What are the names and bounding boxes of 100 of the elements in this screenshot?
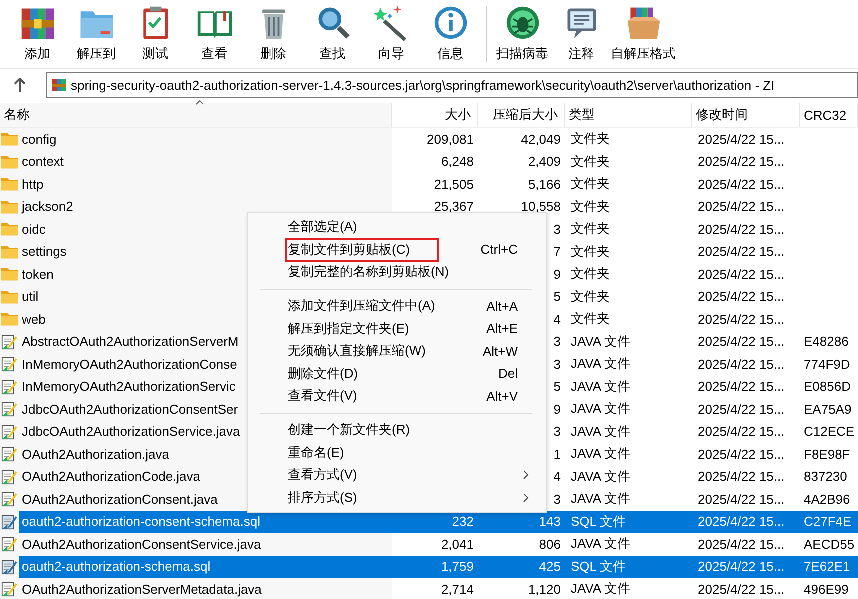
document-icon xyxy=(1,536,18,552)
type-cell: 文件夹 xyxy=(571,152,610,171)
crc-cell: 7E62E1 xyxy=(804,559,850,574)
packed-size-cell: 42,049 xyxy=(521,132,561,147)
crc-cell: 774F9D xyxy=(804,356,850,372)
menu-item[interactable]: 查看方式(V) xyxy=(248,464,546,487)
file-row[interactable]: OAuth2AuthorizationConsentService.java 2,041 806 JAVA 文件 2025/4/22 15... AECD55 xyxy=(0,533,858,556)
menu-label: 添加文件到压缩文件中(A) xyxy=(288,297,436,316)
toolbar-button[interactable]: 添加 xyxy=(8,0,67,66)
file-row[interactable]: context 6,248 2,409 文件夹 2025/4/22 15... xyxy=(0,150,858,173)
packed-size-cell: 3 xyxy=(554,334,561,350)
file-row[interactable]: OAuth2AuthorizationServerMetadata.java 2,714 1,120 JAVA 文件 2025/4/22 15... 496E99 xyxy=(0,578,858,599)
menu-item[interactable]: 无须确认直接解压缩(W) Alt+W xyxy=(248,340,546,363)
date-cell: 2025/4/22 15... xyxy=(698,222,785,237)
type-cell: 文件夹 xyxy=(571,310,610,328)
menu-item[interactable]: 重命名(E) xyxy=(248,441,546,464)
menu-item[interactable]: 复制文件到剪贴板(C) Ctrl+C xyxy=(248,238,546,262)
file-name: OAuth2Authorization.java xyxy=(21,446,170,462)
date-cell: 2025/4/22 15... xyxy=(698,514,785,530)
file-row[interactable]: config 209,081 42,049 文件夹 2025/4/22 15... xyxy=(0,128,858,150)
file-name: OAuth2AuthorizationServerMetadata.java xyxy=(21,582,262,597)
menu-label: 全部选定(A) xyxy=(288,218,358,236)
type-cell: JAVA 文件 xyxy=(571,332,630,351)
type-cell: JAVA 文件 xyxy=(571,580,630,598)
type-cell: 文件夹 xyxy=(571,288,610,306)
menu-item[interactable]: 添加文件到压缩文件中(A) Alt+A xyxy=(248,294,546,318)
file-row[interactable]: jackson2 25,367 10,558 文件夹 2025/4/22 15... xyxy=(0,196,858,218)
type-cell: JAVA 文件 xyxy=(571,400,630,418)
menu-label: 复制文件到剪贴板(C) xyxy=(288,240,436,259)
date-cell: 2025/4/22 15... xyxy=(698,469,785,484)
file-name: util xyxy=(21,289,39,304)
up-arrow-icon[interactable] xyxy=(14,78,26,92)
type-cell: JAVA 文件 xyxy=(571,535,630,554)
menu-item[interactable]: 复制完整的名称到剪贴板(N) xyxy=(248,261,546,284)
type-cell: 文件夹 xyxy=(571,220,610,238)
folder-icon xyxy=(1,288,18,305)
column-header[interactable]: 类型 xyxy=(565,103,692,127)
type-cell: 文件夹 xyxy=(571,175,610,194)
folder-icon xyxy=(1,244,18,260)
document-icon xyxy=(1,558,18,575)
shortcut-label: Del xyxy=(498,366,518,382)
packed-size-cell: 806 xyxy=(539,536,561,552)
toolbar-button[interactable]: 信息 xyxy=(421,0,480,66)
toolbar-button[interactable]: 删除 xyxy=(244,0,303,66)
crc-cell: AECD55 xyxy=(804,536,855,552)
file-name: OAuth2AuthorizationConsent.java xyxy=(21,492,218,507)
column-header[interactable]: 大小 xyxy=(392,103,478,127)
document-icon xyxy=(1,514,18,530)
toolbar-button[interactable]: 扫描病毒 xyxy=(493,0,552,66)
archive-icon xyxy=(52,78,66,92)
file-row[interactable]: http 21,505 5,166 文件夹 2025/4/22 15... xyxy=(0,173,858,196)
packed-size-cell: 3 xyxy=(554,492,561,507)
packed-size-cell: 3 xyxy=(554,222,561,237)
menu-label: 解压到指定文件夹(E) xyxy=(288,320,410,338)
file-name: oidc xyxy=(21,222,46,237)
menu-item[interactable]: 解压到指定文件夹(E) Alt+E xyxy=(248,317,546,340)
folder-icon xyxy=(1,198,18,215)
menu-item[interactable]: 全部选定(A) xyxy=(248,216,546,239)
type-cell: SQL 文件 xyxy=(571,512,626,531)
size-cell: 2,041 xyxy=(441,536,474,552)
packed-size-cell: 143 xyxy=(539,514,561,530)
type-cell: JAVA 文件 xyxy=(571,355,630,374)
packed-size-cell: 5,166 xyxy=(528,176,561,192)
toolbar-button[interactable]: 测试 xyxy=(126,0,185,66)
column-header[interactable]: 修改时间 xyxy=(692,103,800,127)
column-header[interactable]: 压缩后大小 xyxy=(478,103,565,127)
shortcut-label: Ctrl+C xyxy=(480,242,518,258)
date-cell: 2025/4/22 15... xyxy=(698,424,785,440)
type-cell: JAVA 文件 xyxy=(571,468,630,486)
date-cell: 2025/4/22 15... xyxy=(698,154,785,170)
toolbar-button[interactable]: 向导 xyxy=(362,0,421,66)
menu-item[interactable]: 查看文件(V) Alt+V xyxy=(248,385,546,408)
column-header[interactable]: 名称 xyxy=(0,103,392,127)
crc-cell: E48286 xyxy=(804,334,849,350)
file-name: config xyxy=(21,132,57,147)
packed-size-cell: 10,558 xyxy=(521,199,561,214)
file-row[interactable]: oauth2-authorization-consent-schema.sql 232 143 SQL 文件 2025/4/22 15... C27F4E xyxy=(0,510,858,533)
menu-item[interactable]: 创建一个新文件夹(R) xyxy=(248,418,546,442)
toolbar-button[interactable]: 注释 xyxy=(552,0,611,66)
date-cell: 2025/4/22 15... xyxy=(698,559,785,574)
toolbar-button[interactable]: 查看 xyxy=(185,0,244,66)
menu-item[interactable]: 排序方式(S) xyxy=(248,486,546,510)
column-header[interactable]: CRC32 xyxy=(800,103,858,127)
type-cell: 文件夹 xyxy=(571,130,610,148)
toolbar-button[interactable]: 解压到 xyxy=(67,0,126,66)
file-name: jackson2 xyxy=(20,199,74,214)
type-cell: SQL 文件 xyxy=(571,558,626,576)
file-name: JdbcOAuth2AuthorizationConsentSer xyxy=(21,402,238,417)
crc-cell: C27F4E xyxy=(804,514,852,530)
path-field[interactable]: spring-security-oauth2-authorization-server-1.4.3-sources.jar\org\springframework\security\oauth2\server\authorization - ZI xyxy=(46,72,858,98)
toolbar-button[interactable]: 自解压格式 xyxy=(611,0,676,66)
size-cell: 1,759 xyxy=(441,559,474,574)
date-cell: 2025/4/22 15... xyxy=(698,266,785,282)
crc-cell: EA75A9 xyxy=(804,402,852,417)
crc-cell: 4A2B96 xyxy=(804,492,850,507)
packed-size-cell: 5 xyxy=(554,379,561,394)
file-row[interactable]: oauth2-authorization-schema.sql 1,759 425 SQL 文件 2025/4/22 15... 7E62E1 xyxy=(0,556,858,578)
date-cell: 2025/4/22 15... xyxy=(698,176,785,192)
menu-item[interactable]: 删除文件(D) Del xyxy=(248,362,546,386)
toolbar-button[interactable]: 查找 xyxy=(303,0,362,66)
